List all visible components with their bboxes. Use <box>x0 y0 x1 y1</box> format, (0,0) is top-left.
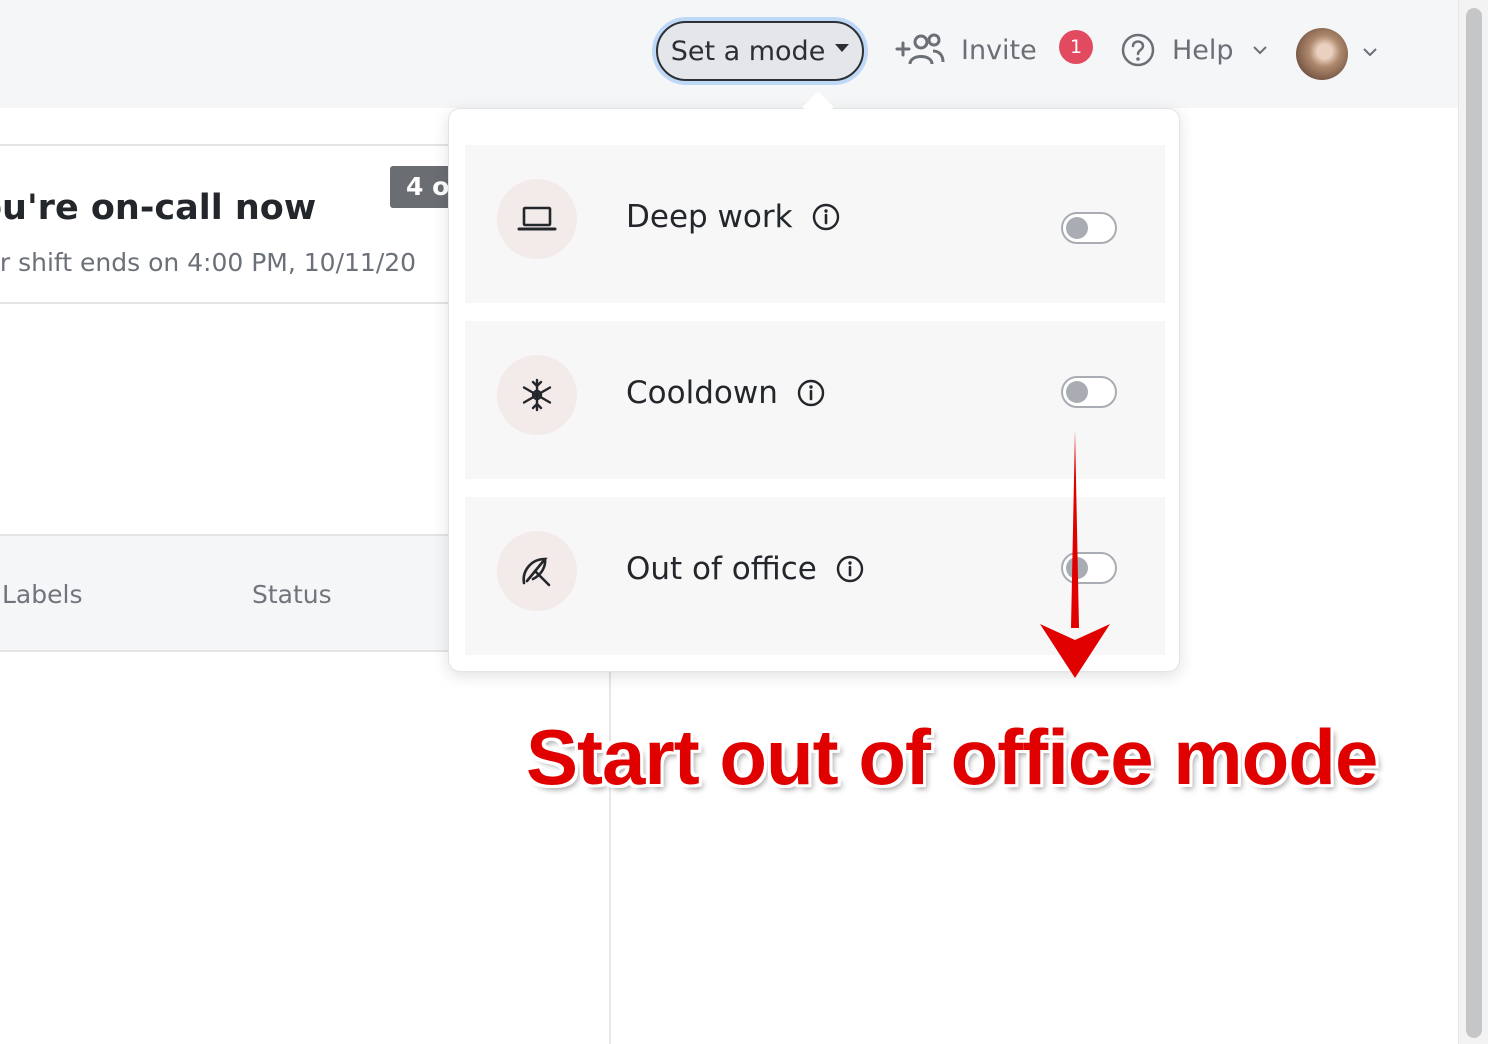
invite-label: Invite <box>961 34 1037 66</box>
avatar-chevron-down-icon[interactable] <box>1360 45 1380 59</box>
user-avatar[interactable] <box>1296 28 1348 80</box>
set-mode-label: Set a mode <box>670 35 826 67</box>
column-header-status[interactable]: Status <box>252 580 332 609</box>
scrollbar[interactable] <box>1458 0 1488 1044</box>
info-icon[interactable] <box>811 202 841 232</box>
notification-badge[interactable]: 1 <box>1059 30 1093 64</box>
umbrella-icon <box>522 557 551 587</box>
oncall-subtitle: ur shift ends on 4:00 PM, 10/11/20 <box>0 248 417 277</box>
mode-label-deep-work: Deep work <box>626 199 841 235</box>
mode-name: Cooldown <box>626 375 778 411</box>
mode-icon-circle <box>497 179 577 259</box>
invite-button[interactable]: Invite <box>895 28 1037 72</box>
cooldown-toggle[interactable] <box>1061 376 1117 408</box>
laptop-icon <box>517 206 557 231</box>
chevron-down-icon <box>1252 46 1267 55</box>
top-bar: Set a mode Invite 1 Help <box>0 0 1458 108</box>
toggle-knob <box>1066 381 1088 403</box>
add-user-icon <box>895 33 945 65</box>
set-mode-button-inner[interactable]: Set a mode <box>656 21 864 81</box>
info-icon[interactable] <box>796 378 826 408</box>
column-divider <box>609 650 611 1044</box>
deep-work-toggle[interactable] <box>1061 212 1117 244</box>
set-mode-button[interactable]: Set a mode <box>652 17 868 85</box>
snowflake-icon <box>522 378 552 412</box>
mode-name: Out of office <box>626 551 817 587</box>
help-menu[interactable]: Help <box>1120 28 1270 72</box>
mode-icon-circle <box>497 355 577 435</box>
scrollbar-thumb[interactable] <box>1466 8 1482 1038</box>
mode-icon-circle <box>497 531 577 611</box>
help-label: Help <box>1172 34 1234 66</box>
app-screen: Set a mode Invite 1 Help ou're on-call n… <box>0 0 1488 1044</box>
column-header-labels[interactable]: Labels <box>2 580 82 609</box>
annotation-text: Start out of office mode <box>526 713 1378 801</box>
annotation-arrow-icon <box>1040 430 1110 678</box>
caret-down-icon <box>835 44 850 52</box>
oncall-title: ou're on-call now <box>0 188 317 228</box>
mode-label-cooldown: Cooldown <box>626 375 826 411</box>
mode-item-deep-work[interactable]: Deep work <box>465 145 1165 303</box>
info-icon[interactable] <box>835 554 865 584</box>
toggle-knob <box>1066 217 1088 239</box>
mode-label-out-of-office: Out of office <box>626 551 865 587</box>
help-icon <box>1121 33 1155 67</box>
mode-name: Deep work <box>626 199 793 235</box>
